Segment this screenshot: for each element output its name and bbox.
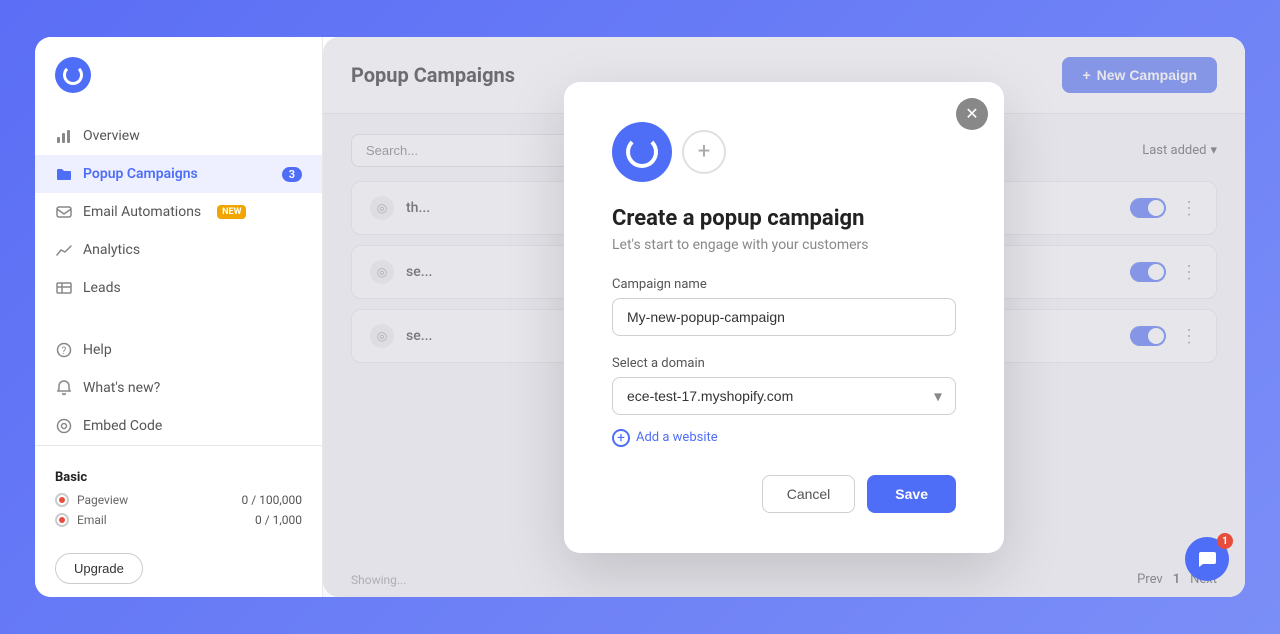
save-button[interactable]: Save xyxy=(867,475,956,513)
pageview-label: Pageview xyxy=(77,493,128,507)
svg-text:?: ? xyxy=(62,346,67,357)
sidebar-item-analytics[interactable]: Analytics xyxy=(35,231,322,269)
sidebar-item-label: Leads xyxy=(83,280,121,296)
domain-label: Select a domain xyxy=(612,356,956,371)
modal-overlay: ✕ + Create a popup campaign Let's start … xyxy=(323,37,1245,597)
campaign-name-input[interactable] xyxy=(612,298,956,336)
plan-title: Basic xyxy=(55,470,302,485)
leads-icon xyxy=(55,279,73,297)
email-dot xyxy=(55,513,69,527)
domain-select-wrapper: ece-test-17.myshopify.com ▾ xyxy=(612,377,956,415)
cancel-button[interactable]: Cancel xyxy=(762,475,856,513)
modal-subtitle: Let's start to engage with your customer… xyxy=(612,237,956,253)
plan-row-email: Email 0 / 1,000 xyxy=(55,513,302,527)
modal-close-button[interactable]: ✕ xyxy=(956,98,988,130)
sidebar-item-label: Email Automations xyxy=(83,204,201,220)
sidebar-item-label: Embed Code xyxy=(83,418,162,434)
plan-section: Basic Pageview 0 / 100,000 Email 0 / 1,0… xyxy=(35,445,322,592)
sidebar-item-label: Analytics xyxy=(83,242,140,258)
email-count: 0 / 1,000 xyxy=(255,513,302,527)
bell-icon xyxy=(55,379,73,397)
add-website-label: Add a website xyxy=(636,430,718,445)
campaign-name-label: Campaign name xyxy=(612,277,956,292)
sidebar-item-whats-new[interactable]: What's new? xyxy=(35,369,322,407)
sidebar: Overview Popup Campaigns 3 Email Automat… xyxy=(35,37,323,597)
modal-logo-ring xyxy=(626,136,658,168)
sidebar-item-embed-code[interactable]: Embed Code xyxy=(35,407,322,445)
logo-ring xyxy=(63,65,83,85)
modal-plus-icon: + xyxy=(682,130,726,174)
sidebar-item-email-automations[interactable]: Email Automations NEW xyxy=(35,193,322,231)
add-website-link[interactable]: + Add a website xyxy=(612,429,956,447)
plus-circle-icon: + xyxy=(612,429,630,447)
upgrade-button[interactable]: Upgrade xyxy=(55,553,143,584)
sidebar-item-label: Help xyxy=(83,342,112,358)
email-label: Email xyxy=(77,513,107,527)
chat-icon xyxy=(1196,548,1218,570)
app-container: Overview Popup Campaigns 3 Email Automat… xyxy=(35,37,1245,597)
help-icon: ? xyxy=(55,341,73,359)
new-badge: NEW xyxy=(217,205,246,219)
modal-icons: + xyxy=(612,122,956,182)
chat-bubble[interactable]: 1 xyxy=(1185,537,1229,581)
sidebar-item-label: What's new? xyxy=(83,380,160,396)
modal-actions: Cancel Save xyxy=(612,475,956,513)
sidebar-item-help[interactable]: ? Help xyxy=(35,331,322,369)
embed-icon xyxy=(55,417,73,435)
sidebar-item-popup-campaigns[interactable]: Popup Campaigns 3 xyxy=(35,155,322,193)
sidebar-item-leads[interactable]: Leads xyxy=(35,269,322,307)
email-icon xyxy=(55,203,73,221)
sidebar-item-overview[interactable]: Overview xyxy=(35,117,322,155)
app-logo xyxy=(55,57,91,93)
modal: ✕ + Create a popup campaign Let's start … xyxy=(564,82,1004,553)
chat-badge: 1 xyxy=(1217,533,1233,549)
plan-row-pageview: Pageview 0 / 100,000 xyxy=(55,493,302,507)
folder-icon xyxy=(55,165,73,183)
sidebar-item-label: Popup Campaigns xyxy=(83,166,198,182)
chart-icon xyxy=(55,127,73,145)
modal-logo xyxy=(612,122,672,182)
main-content: Popup Campaigns + New Campaign Last adde… xyxy=(323,37,1245,597)
domain-select[interactable]: ece-test-17.myshopify.com xyxy=(612,377,956,415)
campaign-badge: 3 xyxy=(282,167,302,182)
pageview-count: 0 / 100,000 xyxy=(242,493,302,507)
modal-title: Create a popup campaign xyxy=(612,206,956,231)
pageview-dot xyxy=(55,493,69,507)
sidebar-logo xyxy=(35,57,322,117)
sidebar-item-label: Overview xyxy=(83,128,140,144)
analytics-icon xyxy=(55,241,73,259)
